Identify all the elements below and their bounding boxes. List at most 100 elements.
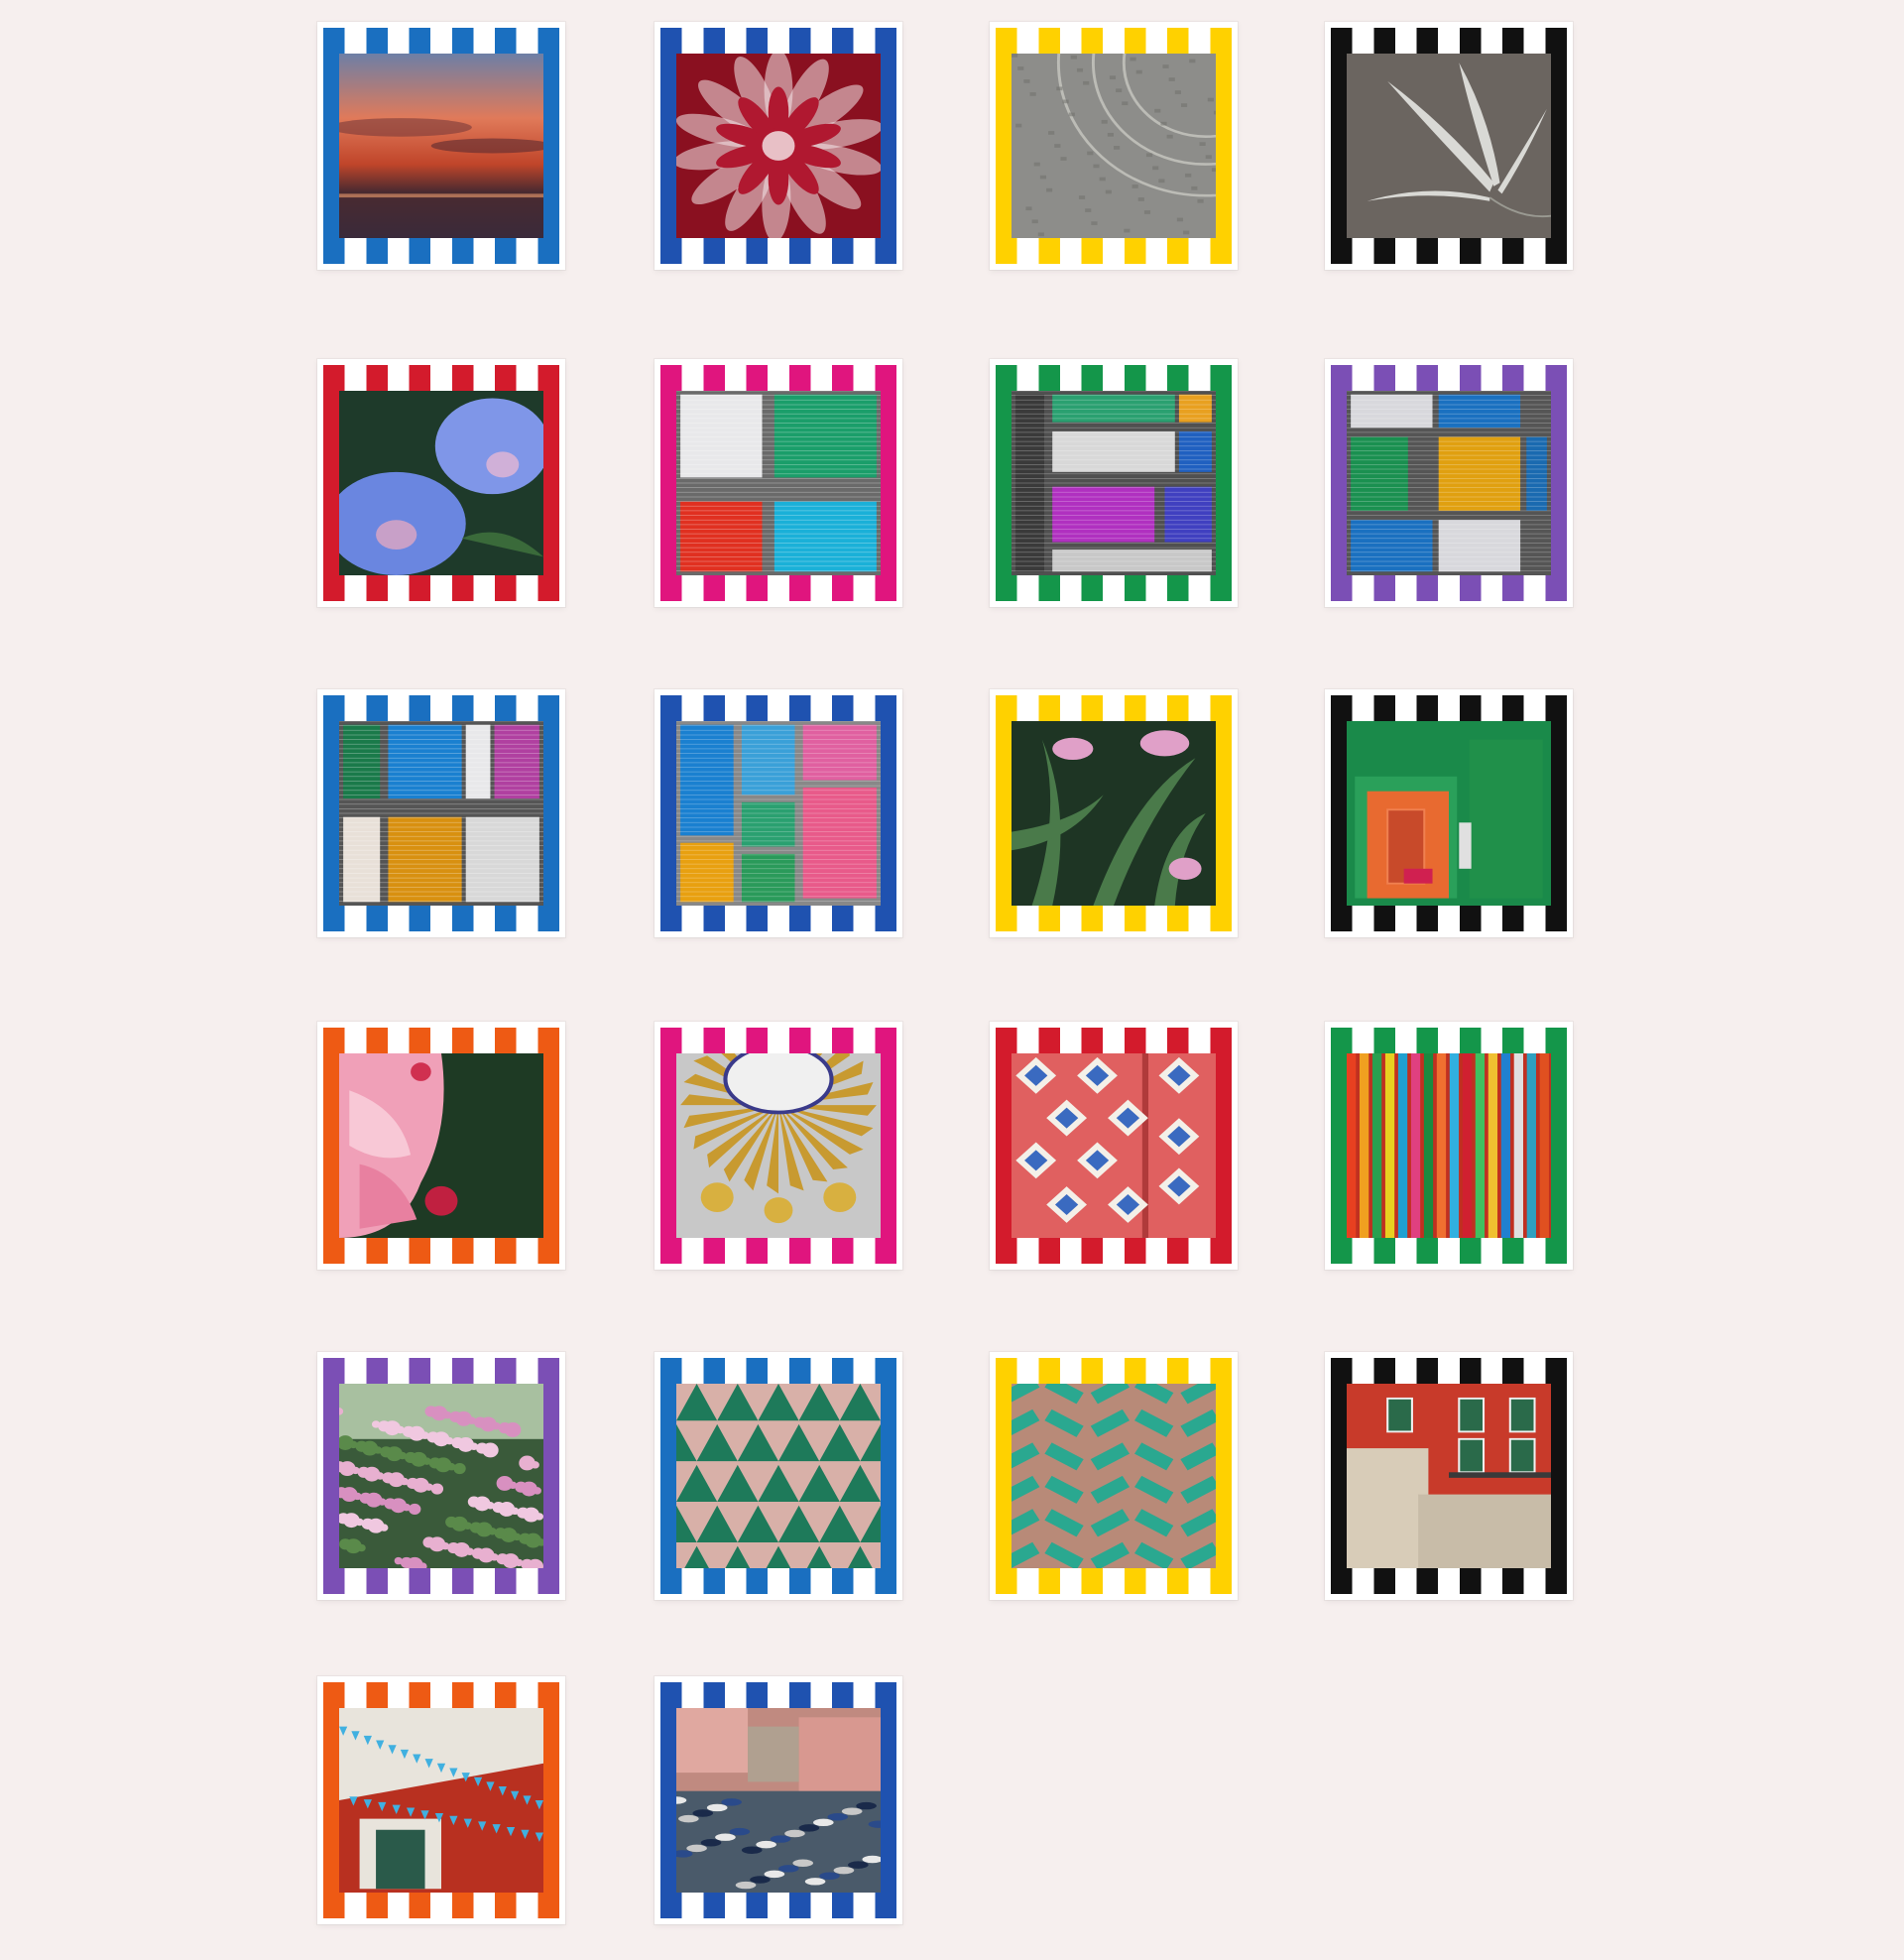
scarf-border-left xyxy=(1331,695,1347,931)
bunting-photo xyxy=(339,1708,543,1893)
shutters-blue-scarf[interactable] xyxy=(317,689,565,937)
red-facade-scarf[interactable] xyxy=(1325,1352,1573,1600)
stripes-photo xyxy=(1347,1053,1551,1238)
scarf-border-left xyxy=(1331,1358,1347,1594)
scarf-border-right xyxy=(881,365,896,601)
scarf-border-right xyxy=(1216,695,1232,931)
scarf-border-top xyxy=(1331,365,1567,391)
shutters-pink-scarf[interactable] xyxy=(654,359,902,607)
scarf-border-left xyxy=(660,28,676,264)
scarf-border-top xyxy=(660,695,896,721)
scarf-border-top xyxy=(660,1682,896,1708)
triangles-photo xyxy=(676,1384,881,1568)
scarf-border-right xyxy=(881,1028,896,1264)
scarf-border-right xyxy=(1551,28,1567,264)
green-interior-scarf[interactable] xyxy=(1325,689,1573,937)
cobblestone-photo xyxy=(1012,54,1216,238)
scarf-border-left xyxy=(660,695,676,931)
interior-photo xyxy=(1347,721,1551,906)
scarf-border-left xyxy=(996,695,1012,931)
sunburst-photo xyxy=(676,1053,881,1238)
morning-glory-photo xyxy=(339,391,543,575)
scarf-border-bottom xyxy=(323,906,559,931)
scarf-border-bottom xyxy=(1331,906,1567,931)
scarf-border-bottom xyxy=(1331,1568,1567,1594)
shutters-c-photo xyxy=(1347,391,1551,575)
herringbone-photo xyxy=(1012,1384,1216,1568)
scarf-border-bottom xyxy=(660,1238,896,1264)
scarf-border-right xyxy=(881,1682,896,1918)
pink-rose-scarf[interactable] xyxy=(317,1022,565,1270)
scarf-border-top xyxy=(996,695,1232,721)
scarf-border-left xyxy=(660,1682,676,1918)
white-lily-scarf[interactable] xyxy=(1325,22,1573,270)
sunset-photo xyxy=(339,54,543,238)
scarf-border-left xyxy=(1331,28,1347,264)
cobblestone-scarf[interactable] xyxy=(990,22,1238,270)
scarf-border-bottom xyxy=(323,1238,559,1264)
scarf-border-bottom xyxy=(996,1568,1232,1594)
lily-leaves-photo xyxy=(1012,721,1216,906)
scarf-border-bottom xyxy=(323,575,559,601)
scarf-border-right xyxy=(1216,365,1232,601)
scarf-border-top xyxy=(323,365,559,391)
shutters-purple-scarf[interactable] xyxy=(1325,359,1573,607)
scarf-border-right xyxy=(1551,695,1567,931)
shutters-green-scarf[interactable] xyxy=(990,359,1238,607)
scarf-border-top xyxy=(323,695,559,721)
triangle-tiles-scarf[interactable] xyxy=(654,1352,902,1600)
scarf-border-bottom xyxy=(323,1893,559,1918)
scarf-border-bottom xyxy=(996,575,1232,601)
tiles-photo xyxy=(1012,1053,1216,1238)
harbor-scarf[interactable] xyxy=(654,1676,902,1924)
harbor-photo xyxy=(676,1708,881,1893)
scarf-border-right xyxy=(1216,1358,1232,1594)
scarf-border-top xyxy=(996,28,1232,54)
scarf-border-left xyxy=(996,28,1012,264)
dahlia-scarf[interactable] xyxy=(654,22,902,270)
scarf-border-left xyxy=(660,365,676,601)
bunting-facade-scarf[interactable] xyxy=(317,1676,565,1924)
shutters-e-photo xyxy=(676,721,881,906)
scarf-border-bottom xyxy=(996,906,1232,931)
rose-photo xyxy=(339,1053,543,1238)
pink-blossom-scarf[interactable] xyxy=(317,1352,565,1600)
shutters-navy-scarf[interactable] xyxy=(654,689,902,937)
morning-glory-scarf[interactable] xyxy=(317,359,565,607)
scarf-border-top xyxy=(323,1358,559,1384)
color-stripes-scarf[interactable] xyxy=(1325,1022,1573,1270)
sunset-scarf[interactable] xyxy=(317,22,565,270)
scarf-border-right xyxy=(1216,28,1232,264)
scarf-border-right xyxy=(543,1682,559,1918)
shutters-a-photo xyxy=(676,391,881,575)
herringbone-tiles-scarf[interactable] xyxy=(990,1352,1238,1600)
scarf-border-right xyxy=(1551,1358,1567,1594)
scarf-border-left xyxy=(323,1028,339,1264)
scarf-border-top xyxy=(660,1358,896,1384)
scarf-border-left xyxy=(996,365,1012,601)
scarf-border-top xyxy=(660,1028,896,1053)
blossom-photo xyxy=(339,1384,543,1568)
shutters-b-photo xyxy=(1012,391,1216,575)
scarf-border-left xyxy=(323,695,339,931)
scarf-border-right xyxy=(881,695,896,931)
red-tiles-scarf[interactable] xyxy=(990,1022,1238,1270)
scarf-border-bottom xyxy=(660,575,896,601)
scarf-border-bottom xyxy=(660,1568,896,1594)
scarf-border-bottom xyxy=(1331,575,1567,601)
scarf-border-top xyxy=(660,28,896,54)
scarf-border-left xyxy=(660,1358,676,1594)
scarf-border-top xyxy=(323,28,559,54)
lily-white-photo xyxy=(1347,54,1551,238)
scarf-border-bottom xyxy=(323,238,559,264)
scarf-border-top xyxy=(660,365,896,391)
scarf-border-bottom xyxy=(660,906,896,931)
gilded-sunburst-scarf[interactable] xyxy=(654,1022,902,1270)
scarf-border-bottom xyxy=(660,238,896,264)
lily-leaves-scarf[interactable] xyxy=(990,689,1238,937)
scarf-border-bottom xyxy=(1331,1238,1567,1264)
scarf-border-left xyxy=(996,1358,1012,1594)
scarf-border-right xyxy=(1551,1028,1567,1264)
scarf-border-top xyxy=(996,1358,1232,1384)
scarf-border-top xyxy=(1331,1358,1567,1384)
